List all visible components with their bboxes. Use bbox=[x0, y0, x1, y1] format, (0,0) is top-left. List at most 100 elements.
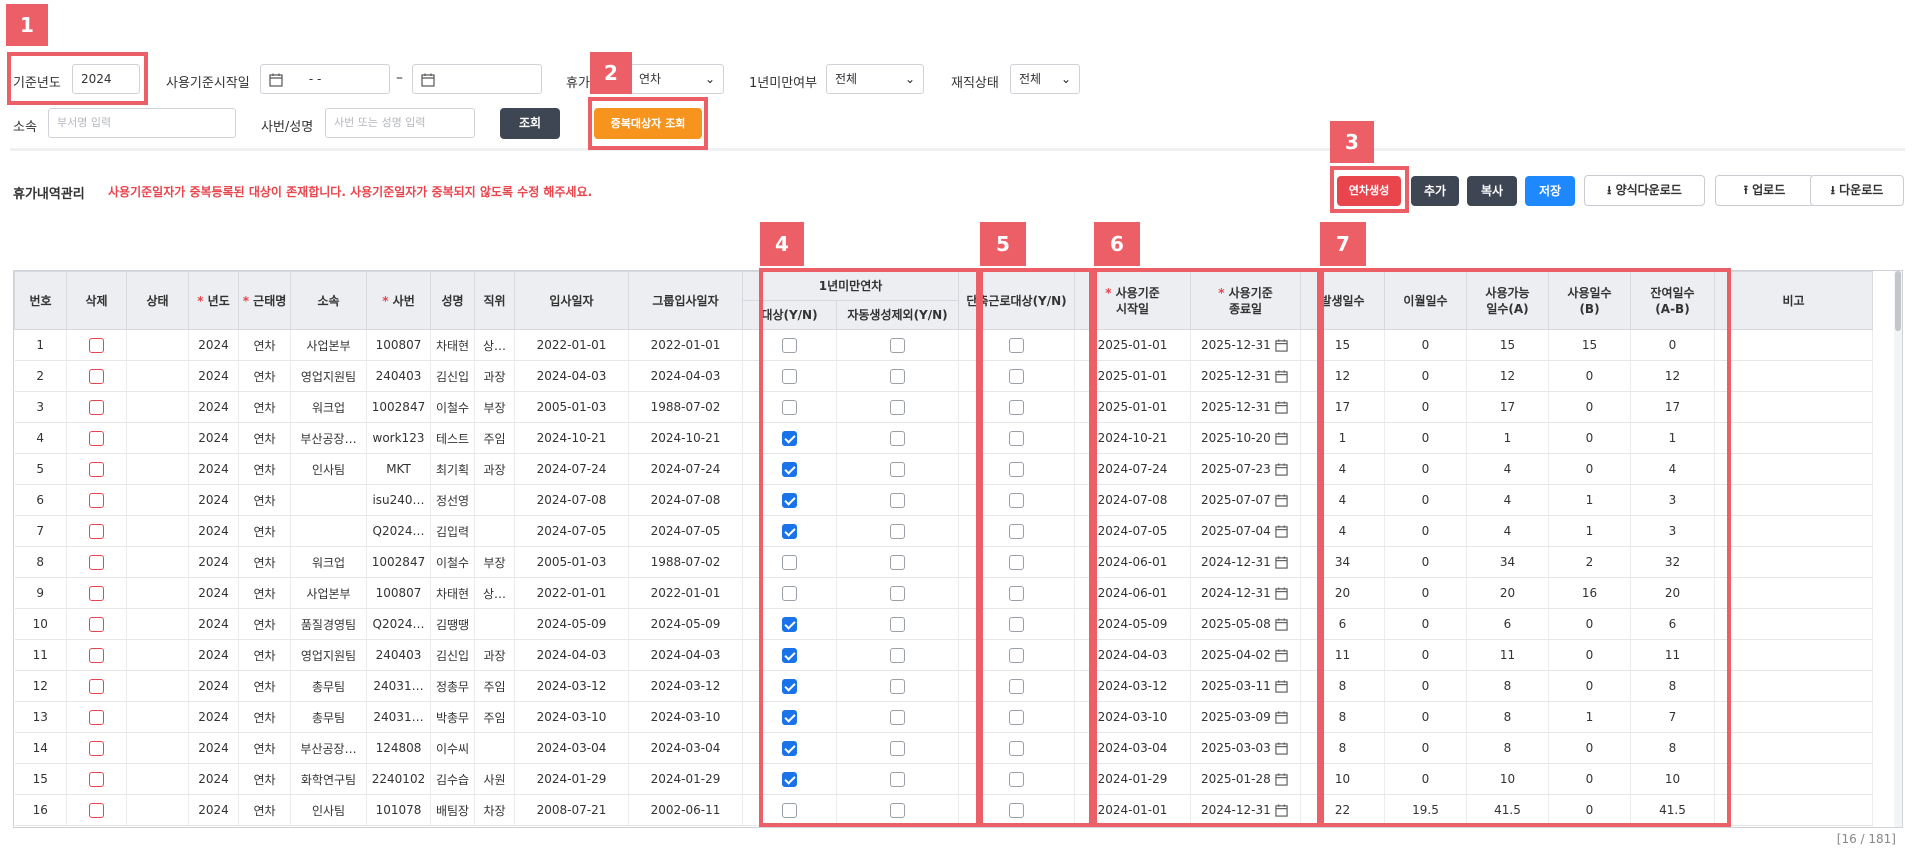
cell-leave-name[interactable]: 연차 bbox=[238, 360, 291, 392]
delete-checkbox[interactable] bbox=[89, 430, 104, 446]
copy-button[interactable]: 복사 bbox=[1467, 176, 1517, 206]
cell-year[interactable]: 2024 bbox=[188, 360, 239, 392]
header-leave-name[interactable]: * 근태명 bbox=[238, 271, 291, 330]
cell-note[interactable] bbox=[1714, 794, 1873, 826]
cell-empno[interactable]: 24031… bbox=[366, 670, 431, 702]
cell-empno[interactable]: isu240… bbox=[366, 484, 431, 516]
cell-empno[interactable]: 100807 bbox=[366, 577, 431, 609]
cell-note[interactable] bbox=[1714, 577, 1873, 609]
delete-checkbox[interactable] bbox=[89, 771, 104, 787]
header-name[interactable]: 성명 bbox=[430, 271, 475, 330]
cell-note[interactable] bbox=[1714, 453, 1873, 485]
grid-scrollbar[interactable] bbox=[1894, 271, 1902, 827]
cell-empno[interactable]: 124808 bbox=[366, 732, 431, 764]
cell-leave-name[interactable]: 연차 bbox=[238, 763, 291, 795]
delete-checkbox[interactable] bbox=[89, 616, 104, 632]
date-from-input[interactable]: - - bbox=[260, 64, 390, 94]
header-group-hire-date[interactable]: 그룹입사일자 bbox=[628, 271, 743, 330]
delete-checkbox[interactable] bbox=[89, 709, 104, 725]
delete-checkbox[interactable] bbox=[89, 554, 104, 570]
cell-year[interactable]: 2024 bbox=[188, 391, 239, 423]
download-button[interactable]: ⭳ 다운로드 bbox=[1810, 175, 1904, 206]
cell-empno[interactable]: 24031… bbox=[366, 701, 431, 733]
calendar-icon[interactable] bbox=[269, 73, 283, 87]
cell-note[interactable] bbox=[1714, 763, 1873, 795]
search-button[interactable]: 조회 bbox=[500, 108, 560, 139]
cell-leave-name[interactable]: 연차 bbox=[238, 639, 291, 671]
cell-empno[interactable]: 240403 bbox=[366, 639, 431, 671]
cell-year[interactable]: 2024 bbox=[188, 453, 239, 485]
cell-leave-name[interactable]: 연차 bbox=[238, 484, 291, 516]
cell-year[interactable]: 2024 bbox=[188, 608, 239, 640]
delete-checkbox[interactable] bbox=[89, 368, 104, 384]
header-no[interactable]: 번호 bbox=[14, 271, 67, 330]
cell-year[interactable]: 2024 bbox=[188, 670, 239, 702]
header-hire-date[interactable]: 입사일자 bbox=[514, 271, 629, 330]
cell-leave-name[interactable]: 연차 bbox=[238, 732, 291, 764]
cell-empno[interactable]: 100807 bbox=[366, 329, 431, 361]
delete-checkbox[interactable] bbox=[89, 523, 104, 539]
cell-dept[interactable]: 인사팀 bbox=[290, 453, 367, 485]
delete-checkbox[interactable] bbox=[89, 337, 104, 353]
cell-empno[interactable]: Q2024… bbox=[366, 515, 431, 547]
emp-input[interactable]: 사번 또는 성명 입력 bbox=[325, 108, 475, 138]
cell-leave-name[interactable]: 연차 bbox=[238, 453, 291, 485]
cell-year[interactable]: 2024 bbox=[188, 794, 239, 826]
cell-dept[interactable]: 부산공장… bbox=[290, 422, 367, 454]
leave-type-select[interactable]: 연차 ⌄ bbox=[630, 64, 724, 94]
header-year[interactable]: * 년도 bbox=[188, 271, 239, 330]
cell-dept[interactable]: 품질경영팀 bbox=[290, 608, 367, 640]
cell-year[interactable]: 2024 bbox=[188, 484, 239, 516]
cell-empno[interactable]: MKT bbox=[366, 453, 431, 485]
cell-dept[interactable]: 워크업 bbox=[290, 391, 367, 423]
cell-note[interactable] bbox=[1714, 670, 1873, 702]
cell-empno[interactable]: 240403 bbox=[366, 360, 431, 392]
cell-empno[interactable]: Q2024… bbox=[366, 608, 431, 640]
cell-note[interactable] bbox=[1714, 546, 1873, 578]
cell-leave-name[interactable]: 연차 bbox=[238, 515, 291, 547]
cell-dept[interactable]: 총무팀 bbox=[290, 670, 367, 702]
cell-leave-name[interactable]: 연차 bbox=[238, 608, 291, 640]
cell-leave-name[interactable]: 연차 bbox=[238, 670, 291, 702]
cell-leave-name[interactable]: 연차 bbox=[238, 794, 291, 826]
cell-note[interactable] bbox=[1714, 515, 1873, 547]
delete-checkbox[interactable] bbox=[89, 802, 104, 818]
header-dept[interactable]: 소속 bbox=[290, 271, 367, 330]
cell-year[interactable]: 2024 bbox=[188, 639, 239, 671]
cell-dept[interactable]: 화학연구팀 bbox=[290, 763, 367, 795]
cell-leave-name[interactable]: 연차 bbox=[238, 701, 291, 733]
cell-empno[interactable]: 2240102 bbox=[366, 763, 431, 795]
cell-year[interactable]: 2024 bbox=[188, 422, 239, 454]
date-to-input[interactable] bbox=[412, 64, 542, 94]
cell-note[interactable] bbox=[1714, 484, 1873, 516]
cell-empno[interactable]: 1002847 bbox=[366, 391, 431, 423]
cell-year[interactable]: 2024 bbox=[188, 515, 239, 547]
cell-year[interactable]: 2024 bbox=[188, 763, 239, 795]
cell-year[interactable]: 2024 bbox=[188, 701, 239, 733]
cell-leave-name[interactable]: 연차 bbox=[238, 391, 291, 423]
cell-dept[interactable]: 사업본부 bbox=[290, 577, 367, 609]
cell-year[interactable]: 2024 bbox=[188, 577, 239, 609]
delete-checkbox[interactable] bbox=[89, 647, 104, 663]
delete-checkbox[interactable] bbox=[89, 492, 104, 508]
calendar-icon[interactable] bbox=[421, 73, 435, 87]
delete-checkbox[interactable] bbox=[89, 399, 104, 415]
cell-year[interactable]: 2024 bbox=[188, 329, 239, 361]
cell-note[interactable] bbox=[1714, 422, 1873, 454]
delete-checkbox[interactable] bbox=[89, 585, 104, 601]
cell-note[interactable] bbox=[1714, 732, 1873, 764]
cell-note[interactable] bbox=[1714, 701, 1873, 733]
cell-dept[interactable] bbox=[290, 515, 367, 547]
under-one-year-select[interactable]: 전체 ⌄ bbox=[826, 64, 924, 94]
header-position[interactable]: 직위 bbox=[474, 271, 515, 330]
dept-input[interactable]: 부서명 입력 bbox=[48, 108, 236, 138]
cell-leave-name[interactable]: 연차 bbox=[238, 422, 291, 454]
cell-note[interactable] bbox=[1714, 391, 1873, 423]
scrollbar-thumb[interactable] bbox=[1895, 271, 1901, 331]
cell-dept[interactable]: 총무팀 bbox=[290, 701, 367, 733]
header-status[interactable]: 상태 bbox=[126, 271, 189, 330]
delete-checkbox[interactable] bbox=[89, 678, 104, 694]
employment-select[interactable]: 전체 ⌄ bbox=[1010, 64, 1080, 94]
cell-leave-name[interactable]: 연차 bbox=[238, 577, 291, 609]
cell-dept[interactable]: 사업본부 bbox=[290, 329, 367, 361]
